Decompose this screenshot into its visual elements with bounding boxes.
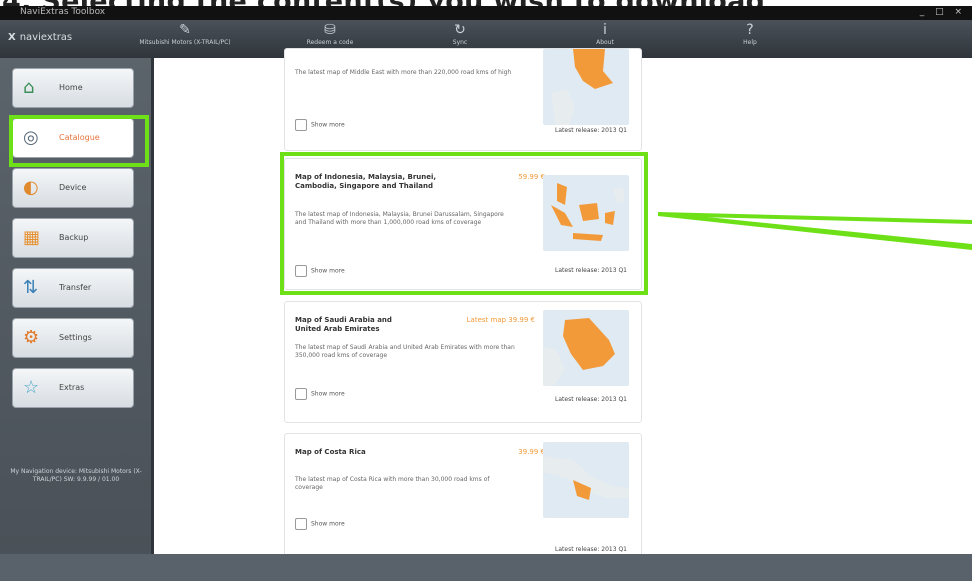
car-icon: ✎ (179, 22, 191, 38)
sidebar-item-label: Home (59, 83, 83, 92)
logo-icon: X (8, 32, 16, 43)
sidebar-item-label: Device (59, 183, 87, 192)
map-thumbnail (543, 310, 629, 386)
home-icon: ⌂ (23, 77, 35, 98)
product-price: 39.99 € (518, 448, 545, 456)
window-titlebar: NaviExtras Toolbox _ □ × (0, 6, 972, 20)
sidebar-item-device[interactable]: ◐ Device (12, 168, 134, 208)
checkbox-label: Show more (311, 390, 345, 398)
show-more-checkbox[interactable]: Show more (295, 518, 415, 530)
catalogue-content: The latest map of Middle East with more … (151, 48, 971, 565)
product-card-middle-east[interactable]: The latest map of Middle East with more … (284, 48, 642, 151)
sidebar-item-settings[interactable]: ⚙ Settings (12, 318, 134, 358)
sidebar-item-backup[interactable]: ▦ Backup (12, 218, 134, 258)
nav-label: Help (743, 39, 757, 46)
sidebar-item-transfer[interactable]: ⇅ Transfer (12, 268, 134, 308)
info-icon: i (603, 22, 607, 38)
catalogue-highlight (9, 115, 149, 167)
nav-device-button[interactable]: ✎ Mitsubishi Motors (X-TRAIL/PC) (130, 22, 240, 56)
window-controls[interactable]: _ □ × (920, 7, 966, 17)
costa-rica-map-icon (543, 456, 629, 500)
product-description: The latest map of Costa Rica with more t… (295, 476, 490, 491)
nav-label: About (596, 39, 614, 46)
latest-release: Latest release: 2013 Q1 (555, 396, 627, 403)
extras-icon: ☆ (23, 377, 40, 398)
product-card-saudi-arabia[interactable]: Map of Saudi Arabia and United Arab Emir… (284, 301, 642, 423)
map-thumbnail (543, 49, 629, 125)
settings-icon: ⚙ (23, 327, 40, 348)
show-more-checkbox[interactable]: Show more (295, 119, 415, 131)
gift-icon: ⛁ (324, 22, 336, 38)
device-icon: ◐ (23, 177, 39, 198)
device-info: My Navigation device: Mitsubishi Motors … (10, 468, 142, 483)
nav-label: Redeem a code (306, 39, 354, 46)
product-title: Map of Saudi Arabia and United Arab Emir… (295, 316, 392, 333)
backup-icon: ▦ (23, 227, 41, 248)
saudi-arabia-map-icon (543, 318, 615, 386)
transfer-icon: ⇅ (23, 277, 39, 298)
nav-label: Sync (452, 39, 468, 46)
brand-logo: Xnaviextras (8, 32, 72, 43)
nav-help-button[interactable]: ? Help (695, 22, 805, 56)
sidebar-item-home[interactable]: ⌂ Home (12, 68, 134, 108)
product-card-costa-rica[interactable]: Map of Costa Rica 39.99 € The latest map… (284, 433, 642, 565)
product-description: The latest map of Saudi Arabia and Unite… (295, 344, 515, 359)
sidebar-item-label: Settings (59, 333, 92, 342)
sidebar-item-extras[interactable]: ☆ Extras (12, 368, 134, 408)
sync-icon: ↻ (454, 22, 466, 38)
latest-release: Latest release: 2013 Q1 (555, 127, 627, 134)
checkbox-label: Show more (311, 121, 345, 129)
window-title: NaviExtras Toolbox (20, 7, 106, 17)
product-description: The latest map of Middle East with more … (295, 69, 512, 76)
callout-pointer (658, 212, 972, 250)
checkbox-label: Show more (311, 520, 345, 528)
product-title: Map of Costa Rica (295, 448, 366, 456)
brand-name: naviextras (19, 32, 73, 43)
checkbox-icon[interactable] (295, 388, 307, 400)
checkbox-icon[interactable] (295, 119, 307, 131)
product-highlight (280, 152, 648, 295)
checkbox-icon[interactable] (295, 518, 307, 530)
sidebar-item-label: Transfer (59, 283, 92, 292)
middle-east-map-icon (551, 49, 613, 125)
status-bar (0, 554, 972, 581)
nav-label: Mitsubishi Motors (X-TRAIL/PC) (139, 39, 231, 46)
product-price: Latest map 39.99 € (466, 316, 535, 324)
help-icon: ? (746, 22, 754, 38)
sidebar-item-label: Extras (59, 383, 85, 392)
show-more-checkbox[interactable]: Show more (295, 388, 415, 400)
latest-release: Latest release: 2013 Q1 (555, 546, 627, 553)
sidebar-item-label: Backup (59, 233, 89, 242)
map-thumbnail (543, 442, 629, 518)
